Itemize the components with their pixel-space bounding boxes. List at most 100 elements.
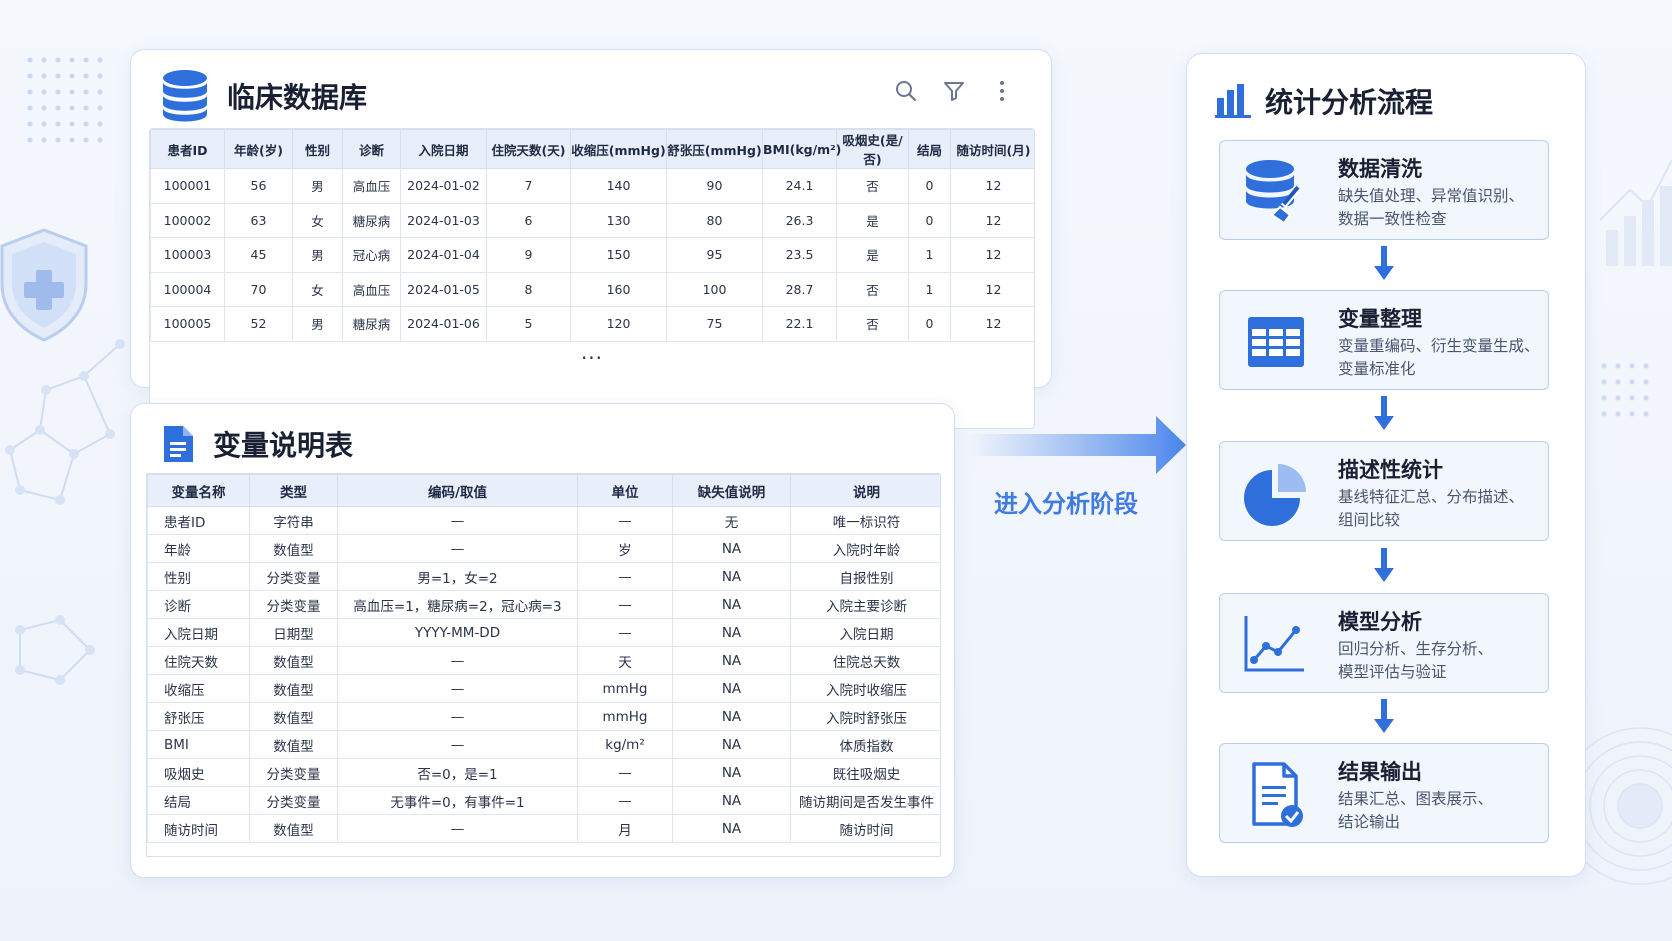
column-header[interactable]: 舒张压(mmHg) — [666, 129, 763, 169]
analysis-flow-title: 统计分析流程 — [1265, 86, 1434, 119]
report-check-icon — [1252, 762, 1303, 827]
column-header[interactable]: 住院天数(天) — [486, 129, 571, 169]
column-header[interactable]: 随访时间(月) — [950, 129, 1034, 169]
database-icon — [163, 70, 207, 122]
table-row[interactable]: 患者ID 字符串 — — 无唯一标识符 — [147, 506, 940, 535]
down-arrow-icon — [1374, 396, 1394, 430]
clinical-database-card: 临床数据库 患者ID 年龄(岁) 性别 诊断 入院日期 住院天数(天) 收缩压(… — [130, 49, 1052, 429]
column-header[interactable]: 缺失值说明 — [672, 474, 791, 507]
table-cell: 0 — [908, 202, 951, 238]
table-row[interactable]: 性别 分类变量 男=1，女=2— NA 自报性别 — [147, 562, 940, 591]
table-cell: 随访时间 — [147, 814, 250, 843]
table-cell: — — [337, 506, 578, 535]
bar-chart-decoration — [1599, 159, 1672, 266]
table-row[interactable]: 入院日期 日期型 YYYY-MM-DD — NA 入院日期 — [147, 618, 940, 647]
step-title: 变量整理 — [1338, 307, 1422, 331]
variable-description-header: 变量说明表 — [161, 416, 353, 472]
table-cell: 无 — [672, 506, 791, 535]
table-cell: 100004 — [150, 271, 225, 307]
table-row[interactable]: 随访时间 数值型 — 月 NA 随访时间 — [147, 814, 940, 843]
table-cell: NA — [672, 674, 791, 703]
column-header[interactable]: 类型 — [249, 474, 338, 507]
clinical-data-table-container: 患者ID 年龄(岁) 性别 诊断 入院日期 住院天数(天) 收缩压(mmHg) … — [149, 128, 1035, 429]
column-header[interactable]: 编码/取值 — [337, 474, 578, 507]
step-variable-organization[interactable]: 变量整理 变量重编码、衍生变量生成、 变量标准化 — [1219, 290, 1549, 390]
table-row[interactable]: 收缩压 数值型 — mmHg NA 入院时收缩压 — [147, 674, 940, 703]
table-row[interactable]: 100005 52 男糖尿病 2024-01-06 5 120 75 22.1 否 0 12 — [150, 306, 1034, 342]
column-header[interactable]: BMI(kg/m²) — [762, 129, 841, 169]
line-chart-icon — [1244, 616, 1304, 672]
step-description: 回归分析、生存分析、 模型评估与验证 — [1338, 640, 1494, 681]
column-header[interactable]: 性别 — [292, 129, 343, 169]
step-description: 缺失值处理、异常值识别、 数据一致性检查 — [1338, 187, 1525, 228]
table-row[interactable]: BMI 数值型 — kg/m² NA 体质指数 — [147, 730, 940, 759]
column-header[interactable]: 吸烟史(是/否) — [836, 129, 909, 169]
table-cell: 男 — [292, 168, 343, 204]
step-result-output[interactable]: 结果输出 结果汇总、图表展示、 结论输出 — [1219, 743, 1549, 843]
column-header[interactable]: 患者ID — [150, 129, 225, 169]
table-cell: 75 — [666, 306, 763, 342]
table-cell: 糖尿病 — [342, 306, 401, 342]
table-cell: 住院总天数 — [790, 646, 940, 675]
table-cell: 收缩压 — [147, 674, 250, 703]
table-cell: kg/m² — [577, 730, 673, 759]
column-header[interactable]: 年龄(岁) — [224, 129, 293, 169]
column-header[interactable]: 单位 — [577, 474, 673, 507]
table-cell: 12 — [950, 168, 1034, 204]
column-header[interactable]: 收缩压(mmHg) — [570, 129, 667, 169]
table-cell: 男 — [292, 237, 343, 273]
table-row[interactable]: 年龄 数值型 — 岁 NA 入院时年龄 — [147, 534, 940, 563]
table-cell: NA — [672, 562, 791, 591]
table-cell: 8 — [486, 271, 571, 307]
table-row[interactable]: 住院天数 数值型 — 天 NA 住院总天数 — [147, 646, 940, 675]
table-cell: 入院时舒张压 — [790, 702, 940, 731]
table-cell: NA — [672, 702, 791, 731]
table-row[interactable]: 100002 63 女糖尿病 2024-01-03 6 130 80 26.3 是 0 12 — [150, 202, 1034, 238]
table-row[interactable]: 舒张压 数值型 — mmHg NA 入院时舒张压 — [147, 702, 940, 731]
step-model-analysis[interactable]: 模型分析 回归分析、生存分析、 模型评估与验证 — [1219, 593, 1549, 693]
variable-table: 变量名称 类型 编码/取值 单位 缺失值说明 说明 患者ID 字符串 — — 无唯一标识… — [147, 474, 940, 843]
table-row[interactable]: 结局 分类变量 无事件=0，有事件=1— NA 随访期间是否发生事件 — [147, 786, 940, 815]
table-cell: 120 — [570, 306, 667, 342]
table-row[interactable]: 100001 56 男高血压 2024-01-02 7 140 90 24.1 否 0 12 — [150, 168, 1034, 204]
table-cell: 入院日期 — [147, 618, 250, 647]
table-cell: 随访期间是否发生事件 — [790, 786, 940, 815]
table-cell: 100 — [666, 271, 763, 307]
table-row[interactable]: 吸烟史 分类变量 否=0，是=1— NA 既往吸烟史 — [147, 758, 940, 787]
table-cell: — — [337, 674, 578, 703]
table-cell: 5 — [486, 306, 571, 342]
column-header[interactable]: 结局 — [908, 129, 951, 169]
table-cell: 分类变量 — [249, 786, 338, 815]
step-descriptive-statistics[interactable]: 描述性统计 基线特征汇总、分布描述、 组间比较 — [1219, 441, 1549, 541]
table-cell: — — [577, 590, 673, 619]
filter-icon[interactable] — [941, 78, 967, 104]
search-icon[interactable] — [893, 78, 919, 104]
table-cell: NA — [672, 758, 791, 787]
variable-table-container: 变量名称 类型 编码/取值 单位 缺失值说明 说明 患者ID 字符串 — — 无唯一标识… — [146, 473, 941, 857]
table-cell: 70 — [224, 271, 293, 307]
more-options-icon[interactable] — [989, 78, 1015, 104]
table-row[interactable]: 100003 45 男冠心病 2024-01-04 9 150 95 23.5 是 1 12 — [150, 237, 1034, 273]
table-cell: 分类变量 — [249, 758, 338, 787]
table-cell: — — [577, 758, 673, 787]
table-cell: 100001 — [150, 168, 225, 204]
table-cell: 1 — [908, 237, 951, 273]
molecule-network-decoration — [5, 339, 125, 685]
down-arrow-icon — [1374, 548, 1394, 582]
table-cell: 女 — [292, 271, 343, 307]
table-row[interactable]: 诊断 分类变量 高血压=1，糖尿病=2，冠心病=3— NA 入院主要诊断 — [147, 590, 940, 619]
table-row[interactable]: 100004 70 女高血压 2024-01-05 8 160 100 28.7 否 1 12 — [150, 271, 1034, 307]
table-cell: NA — [672, 730, 791, 759]
clinical-data-table: 患者ID 年龄(岁) 性别 诊断 入院日期 住院天数(天) 收缩压(mmHg) … — [150, 129, 1034, 342]
step-data-cleaning[interactable]: 数据清洗 缺失值处理、异常值识别、 数据一致性检查 — [1219, 140, 1549, 240]
table-cell: 63 — [224, 202, 293, 238]
table-cell: 100003 — [150, 237, 225, 273]
column-header[interactable]: 变量名称 — [147, 474, 250, 507]
column-header[interactable]: 说明 — [790, 474, 940, 507]
table-cell: 数值型 — [249, 730, 338, 759]
table-cell: 冠心病 — [342, 237, 401, 273]
column-header[interactable]: 入院日期 — [400, 129, 487, 169]
table-cell: 岁 — [577, 534, 673, 563]
column-header[interactable]: 诊断 — [342, 129, 401, 169]
analysis-flow-card: 统计分析流程 数据清洗 缺失值处理、异常值识别、 数据一致性检查 变量整理 变量… — [1186, 53, 1586, 877]
